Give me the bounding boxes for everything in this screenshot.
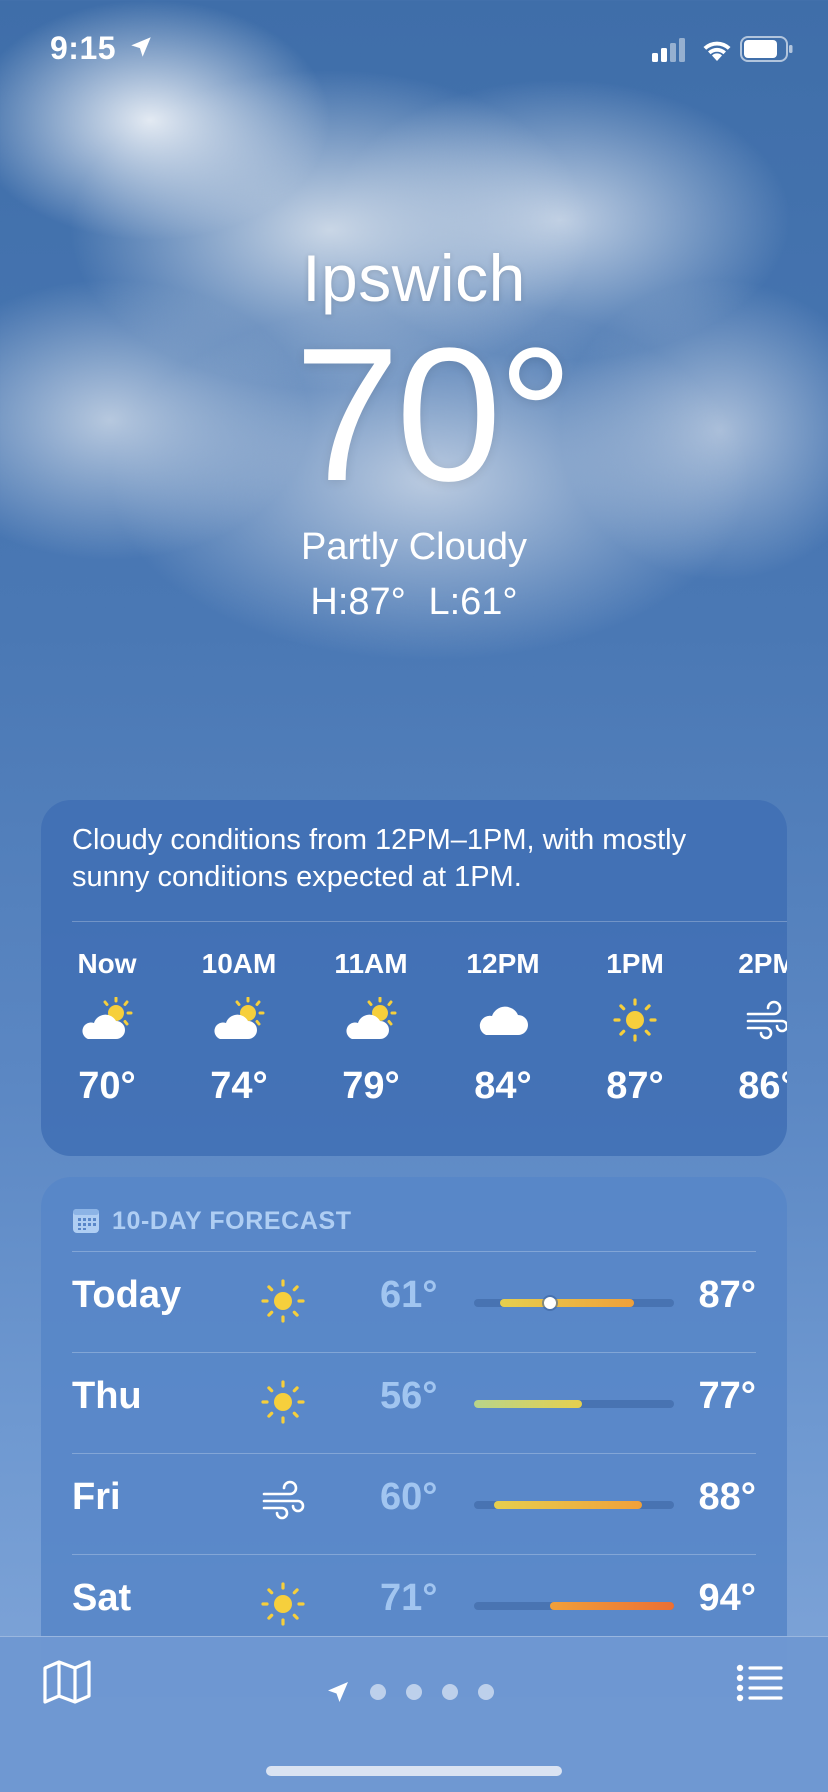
forecast-header: 10-DAY FORECAST [72,1201,352,1241]
ten-day-forecast-card[interactable]: 10-DAY FORECAST Today 61° 87° Thu 56° 77… [41,1177,787,1697]
page-dot[interactable] [478,1684,494,1700]
hour-item: 12PM 84° [437,944,569,1110]
high-temp: 87° [698,1274,756,1316]
hour-item: 10AM 74° [173,944,305,1110]
page-dot[interactable] [406,1684,422,1700]
temperature-range-fill [550,1602,674,1610]
hour-temp: 86° [738,1065,787,1107]
hour-time: 1PM [606,948,664,979]
forecast-row[interactable]: Today 61° 87° [72,1251,756,1352]
wind-icon [701,984,787,1056]
current-location-page-icon[interactable] [326,1680,350,1704]
divider [72,921,787,922]
wifi-icon [703,41,731,61]
low-temp: 61° [380,1274,438,1316]
high-low: H:87° L:61° [0,581,828,624]
high-temp: 94° [698,1577,756,1619]
forecast-row[interactable]: Fri 60° 88° [72,1453,756,1554]
hourly-forecast-card[interactable]: Cloudy conditions from 12PM–1PM, with mo… [41,800,787,1156]
temperature-range-bar [474,1400,674,1408]
hour-time: 12PM [466,948,540,979]
temperature-range-fill [500,1299,634,1307]
hourly-scroller[interactable]: Now 70° 10AM 74° 11AM 79° 12PM 84° 1PM 8… [41,944,787,1134]
sun-icon [569,984,701,1056]
temperature-range-bar [474,1297,674,1309]
hour-item: 1PM 87° [569,944,701,1110]
temperature-range-fill [474,1400,582,1408]
day-name: Sat [72,1577,132,1619]
page-indicator[interactable] [326,1677,494,1707]
hour-temp: 74° [210,1065,268,1107]
hour-item: 2PM 86° [701,944,787,1110]
day-name: Fri [72,1476,121,1518]
low-temperature: L:61° [428,581,518,623]
forecast-row[interactable]: Thu 56° 77° [72,1352,756,1453]
city-name: Ipswich [302,241,526,315]
hour-temp: 87° [606,1065,664,1107]
status-bar: 9:15 [0,0,828,100]
day-name: Today [72,1274,182,1316]
status-time: 9:15 [50,30,117,66]
battery-icon [740,36,793,62]
hour-time: 10AM [201,948,277,979]
hour-item: Now 70° [41,944,173,1110]
sun-icon [260,1278,306,1329]
low-temp: 71° [380,1577,438,1619]
sun-icon [260,1581,306,1632]
current-condition: Partly Cloudy [301,526,527,568]
home-indicator[interactable] [266,1766,562,1776]
temperature-range-bar [474,1501,674,1509]
current-temperature: 70° [294,309,573,521]
cloud-icon [437,984,569,1056]
map-icon[interactable] [42,1659,92,1705]
calendar-icon [73,1209,99,1233]
temperature-range-fill [494,1501,642,1509]
high-temperature: H:87° [310,581,406,623]
temperature-range-bar [474,1602,674,1610]
low-temp: 56° [380,1375,438,1417]
wind-icon [260,1480,306,1525]
page-dot[interactable] [370,1684,386,1700]
low-temp: 60° [380,1476,438,1518]
hourly-summary: Cloudy conditions from 12PM–1PM, with mo… [72,824,687,893]
list-icon[interactable] [736,1663,784,1703]
hour-time: 2PM [738,948,787,979]
page-dot[interactable] [442,1684,458,1700]
hour-item: 11AM 79° [305,944,437,1110]
cellular-signal-icon [652,38,685,62]
forecast-title: 10-DAY FORECAST [112,1206,352,1235]
hour-temp: 70° [78,1065,136,1107]
partly-cloudy-icon [41,984,173,1056]
partly-cloudy-icon [305,984,437,1056]
hour-time: 11AM [334,948,408,979]
hour-temp: 84° [474,1065,532,1107]
current-temp-indicator [544,1297,556,1309]
high-temp: 77° [698,1375,756,1417]
sun-icon [260,1379,306,1430]
current-weather: Ipswich 70° Partly Cloudy H:87° L:61° [0,240,828,624]
hour-time: Now [77,948,137,979]
location-arrow-icon [131,37,151,57]
hour-temp: 79° [342,1065,400,1107]
day-name: Thu [72,1375,142,1417]
partly-cloudy-icon [173,984,305,1056]
high-temp: 88° [698,1476,756,1518]
